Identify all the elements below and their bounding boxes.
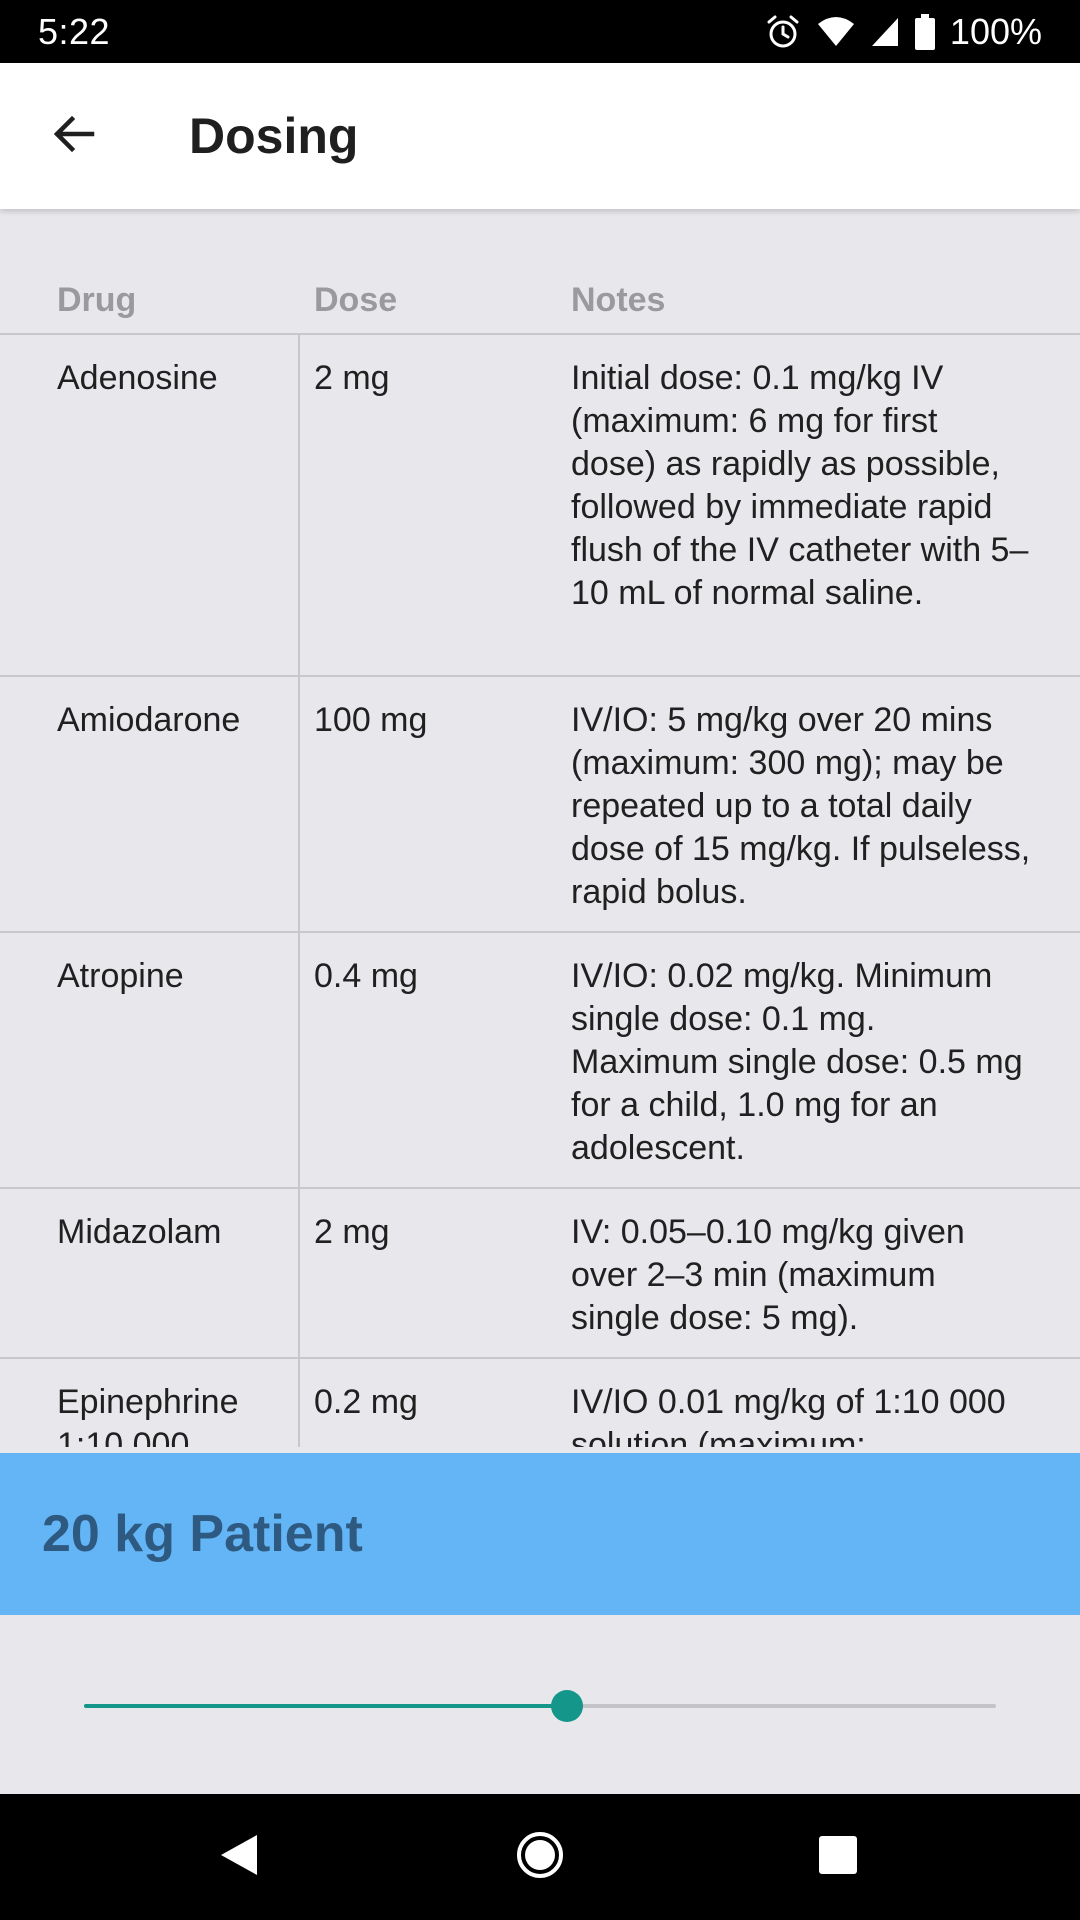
cell-dose: 2 mg: [314, 1213, 390, 1251]
table-header: Drug Dose Notes: [0, 271, 1080, 335]
slider-fill: [84, 1704, 568, 1708]
nav-recents-button[interactable]: [768, 1794, 908, 1920]
nav-back-button[interactable]: [169, 1794, 309, 1920]
table-row: Midazolam 2 mg IV: 0.05–0.10 mg/kg given…: [0, 1189, 1080, 1359]
cell-notes: IV/IO 0.01 mg/kg of 1:10 000 solution (m…: [571, 1383, 1006, 1447]
table-rows: Adenosine 2 mg Initial dose: 0.1 mg/kg I…: [0, 335, 1080, 1447]
table-row: Atropine 0.4 mg IV/IO: 0.02 mg/kg. Minim…: [0, 933, 1080, 1189]
header-notes: Notes: [571, 281, 666, 319]
app-bar: Dosing: [0, 63, 1080, 209]
header-drug: Drug: [57, 281, 137, 319]
weight-banner: 20 kg Patient: [0, 1453, 1080, 1615]
alarm-icon: [764, 13, 802, 51]
battery-icon: [914, 13, 936, 50]
nav-home-button[interactable]: [470, 1794, 610, 1920]
cell-drug: Adenosine: [57, 359, 218, 397]
cell-notes: IV: 0.05–0.10 mg/kg given over 2–3 min (…: [571, 1213, 965, 1337]
header-dose: Dose: [314, 281, 398, 319]
status-bar: 5:22 100%: [0, 0, 1080, 63]
weight-slider[interactable]: [84, 1690, 996, 1722]
cell-dose: 2 mg: [314, 359, 390, 397]
dosing-table[interactable]: Drug Dose Notes Adenosine 2 mg Initial d…: [0, 209, 1080, 1447]
slider-thumb[interactable]: [551, 1690, 584, 1722]
cell-drug: Amiodarone: [57, 701, 241, 739]
weight-slider-area: [0, 1615, 1080, 1794]
cell-notes: IV/IO: 0.02 mg/kg. Minimum single dose: …: [571, 957, 1023, 1167]
cell-notes: IV/IO: 5 mg/kg over 20 mins (maximum: 30…: [571, 701, 1031, 911]
recents-square-icon: [817, 1834, 859, 1881]
cell-drug: Midazolam: [57, 1213, 222, 1251]
cell-dose: 0.4 mg: [314, 957, 418, 995]
home-circle-icon: [515, 1830, 565, 1885]
page-title: Dosing: [189, 108, 359, 164]
back-button[interactable]: [19, 81, 129, 191]
status-icons: 100%: [764, 11, 1042, 53]
table-row: Epinephrine 1:10,000 0.2 mg IV/IO 0.01 m…: [0, 1359, 1080, 1447]
cell-dose: 0.2 mg: [314, 1383, 418, 1421]
back-triangle-icon: [217, 1831, 261, 1884]
navigation-bar: [0, 1794, 1080, 1920]
cell-drug: Atropine: [57, 957, 184, 995]
arrow-back-icon: [50, 110, 98, 163]
battery-percent: 100%: [949, 10, 1042, 52]
cell-dose: 100 mg: [314, 701, 428, 739]
cell-drug: Epinephrine 1:10,000: [57, 1383, 239, 1447]
table-row: Adenosine 2 mg Initial dose: 0.1 mg/kg I…: [0, 335, 1080, 677]
table-row: Amiodarone 100 mg IV/IO: 5 mg/kg over 20…: [0, 677, 1080, 933]
wifi-icon: [816, 16, 856, 48]
weight-label: 20 kg Patient: [42, 1505, 363, 1563]
cell-notes: Initial dose: 0.1 mg/kg IV (maximum: 6 m…: [571, 359, 1029, 612]
cell-signal-icon: [870, 16, 900, 48]
status-time: 5:22: [38, 10, 111, 52]
